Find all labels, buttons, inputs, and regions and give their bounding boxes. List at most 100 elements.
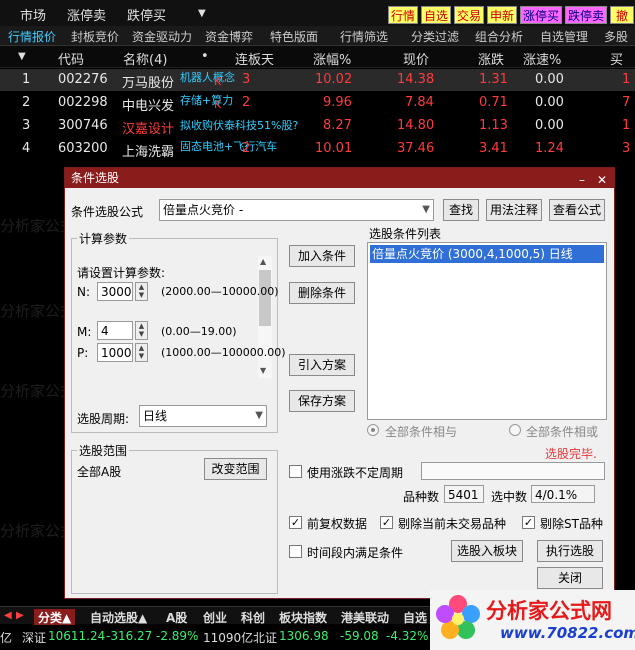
tab-fund-drive[interactable]: 资金驱动力 (132, 28, 192, 45)
speed: 0.00 (535, 95, 564, 110)
index-change: -316.27 (106, 629, 153, 643)
stock-name: 汉嘉设计 (122, 122, 175, 137)
quick-btn-trade[interactable]: 交易 (454, 6, 484, 24)
col-speed[interactable]: 涨速% (523, 49, 561, 68)
sort-arrow-icon[interactable]: ▼ (18, 51, 26, 62)
chevron-down-icon[interactable]: ▼ (422, 200, 430, 220)
col-price[interactable]: 现价 (403, 49, 429, 68)
period-select[interactable]: 日线 ▼ (139, 405, 267, 427)
index-value: 10611.24 (48, 629, 106, 643)
close-icon[interactable]: ✕ (597, 170, 607, 190)
exclude-st-label: 剔除ST品种 (540, 517, 603, 531)
tab-hk-us-link[interactable]: 港美联动 (341, 609, 389, 626)
formula-select[interactable]: 倍量点火竞价 - ▼ (159, 199, 434, 221)
uncertain-period-checkbox[interactable] (289, 465, 302, 478)
col-change[interactable]: 涨跌 (478, 49, 504, 68)
tab-watchlist-manage[interactable]: 自选管理 (540, 28, 588, 45)
table-row[interactable]: 3 300746 汉嘉设计 拟收购伏泰科技51%股? 8.27 14.80 1.… (0, 115, 635, 137)
menu-market[interactable]: 市场 (20, 5, 46, 24)
stock-code: 002276 (58, 72, 108, 87)
param-p-range: (1000.00—100000.00) (161, 346, 286, 359)
tab-feature-layout[interactable]: 特色版面 (270, 28, 318, 45)
col-dot[interactable]: • (201, 49, 209, 64)
tab-category-filter[interactable]: 分类过滤 (411, 28, 459, 45)
stock-concept-tag: 拟收购伏泰科技51%股? (180, 119, 299, 132)
tab-auto-select[interactable]: 自动选股▲ (90, 609, 147, 626)
quick-btn-quote[interactable]: 行情 (388, 6, 418, 24)
quick-btn-cancel-order[interactable]: 撤单 (610, 6, 634, 41)
run-selection-button[interactable]: 执行选股 (537, 540, 603, 562)
scroll-right-icon[interactable]: ▶ (16, 610, 24, 621)
tab-quote-filter[interactable]: 行情筛选 (340, 28, 388, 45)
quick-btn-limit-up-buy[interactable]: 涨停买 (520, 6, 562, 24)
exclude-st-checkbox[interactable]: ✓ (522, 516, 535, 529)
scroll-thumb[interactable] (259, 270, 271, 326)
dialog-title-bar[interactable]: 条件选股 – ✕ (65, 168, 614, 188)
change-scope-button[interactable]: 改变范围 (204, 458, 267, 480)
param-m-stepper[interactable]: ▲ ▼ (135, 321, 148, 340)
menu-limit-up-sell[interactable]: 涨停卖 (67, 5, 106, 24)
uncertain-period-input[interactable] (421, 462, 605, 480)
scroll-left-icon[interactable]: ◀ (4, 610, 12, 621)
row-index: 4 (22, 141, 31, 156)
table-row[interactable]: 2 002298 中电兴发 存储+算力 K 2 9.96 7.84 0.71 0… (0, 92, 635, 114)
qfq-checkbox[interactable]: ✓ (289, 516, 302, 529)
tab-portfolio-analysis[interactable]: 组合分析 (475, 28, 523, 45)
chevron-down-icon[interactable]: ▼ (255, 406, 263, 426)
close-button[interactable]: 关闭 (537, 567, 603, 589)
list-item[interactable]: 倍量点火竞价 (3000,4,1000,5) 日线 (370, 245, 604, 263)
col-code[interactable]: 代码 (58, 49, 84, 68)
col-name[interactable]: 名称(4) (123, 49, 167, 68)
tab-watchlist[interactable]: 自选 (403, 609, 427, 626)
param-p-input[interactable]: 1000 (97, 343, 133, 362)
find-button[interactable]: 查找 (443, 199, 479, 221)
scroll-down-icon[interactable]: ▼ (260, 366, 266, 375)
quick-btn-limit-down-sell[interactable]: 跌停卖 (565, 6, 607, 24)
stock-concept-tag: 机器人概念 (180, 71, 235, 84)
minimize-icon[interactable]: – (579, 170, 585, 190)
scroll-up-icon[interactable]: ▲ (260, 257, 266, 266)
condition-list[interactable]: 倍量点火竞价 (3000,4,1000,5) 日线 (367, 242, 607, 420)
stock-name: 上海洗霸 (122, 145, 175, 160)
time-range-checkbox[interactable] (289, 545, 302, 558)
index-volume: 11090亿 (203, 631, 254, 645)
tab-fund-game[interactable]: 资金博弈 (205, 28, 253, 45)
exclude-untraded-checkbox[interactable]: ✓ (380, 516, 393, 529)
radio-and[interactable] (367, 424, 379, 436)
add-condition-button[interactable]: 加入条件 (289, 245, 355, 267)
formula-label: 条件选股公式 (71, 205, 144, 219)
save-scheme-button[interactable]: 保存方案 (289, 390, 355, 412)
tab-category[interactable]: 分类▲ (34, 609, 76, 626)
status-prefix: 亿 (0, 631, 13, 645)
col-change-pct[interactable]: 涨幅% (313, 49, 351, 68)
table-row[interactable]: 1 002276 万马股份 机器人概念 K 3 10.02 14.38 1.31… (0, 69, 635, 91)
tab-a-shares[interactable]: A股 (166, 609, 187, 626)
tab-sealed-auction[interactable]: 封板竞价 (71, 28, 119, 45)
param-p-stepper[interactable]: ▲ ▼ (135, 343, 148, 362)
table-row[interactable]: 4 603200 上海洗霸 固态电池+飞行汽车 2 10.01 37.46 3.… (0, 138, 635, 160)
param-n-input[interactable]: 3000 (97, 282, 133, 301)
col-consecutive-days[interactable]: 连板天 (235, 49, 274, 68)
tab-multi-stock[interactable]: 多股 (604, 28, 628, 45)
add-to-block-button[interactable]: 选股入板块 (451, 540, 523, 562)
flower-logo-icon (436, 595, 480, 639)
tab-sector-index[interactable]: 板块指数 (279, 609, 327, 626)
radio-or[interactable] (509, 424, 521, 436)
import-scheme-button[interactable]: 引入方案 (289, 354, 355, 376)
usage-notes-button[interactable]: 用法注释 (486, 199, 542, 221)
buy: 1 (622, 72, 631, 87)
col-buy[interactable]: 买 (610, 49, 623, 68)
tab-star-market[interactable]: 科创 (241, 609, 265, 626)
param-n-stepper[interactable]: ▲ ▼ (135, 282, 148, 301)
param-m-input[interactable]: 4 (97, 321, 133, 340)
menu-limit-down-buy[interactable]: 跌停买 (127, 5, 166, 24)
tab-quotes[interactable]: 行情报价 (8, 28, 56, 45)
params-scrollbar[interactable]: ▲ ▼ (258, 256, 272, 378)
menu-dropdown-icon[interactable]: ▼ (198, 8, 206, 19)
quick-btn-ipo[interactable]: 申新 (487, 6, 517, 24)
quick-btn-watchlist[interactable]: 自选 (421, 6, 451, 24)
view-formula-button[interactable]: 查看公式 (549, 199, 605, 221)
tab-chinext[interactable]: 创业 (203, 609, 227, 626)
stock-concept-tag: 存储+算力 (180, 94, 234, 107)
delete-condition-button[interactable]: 删除条件 (289, 282, 355, 304)
